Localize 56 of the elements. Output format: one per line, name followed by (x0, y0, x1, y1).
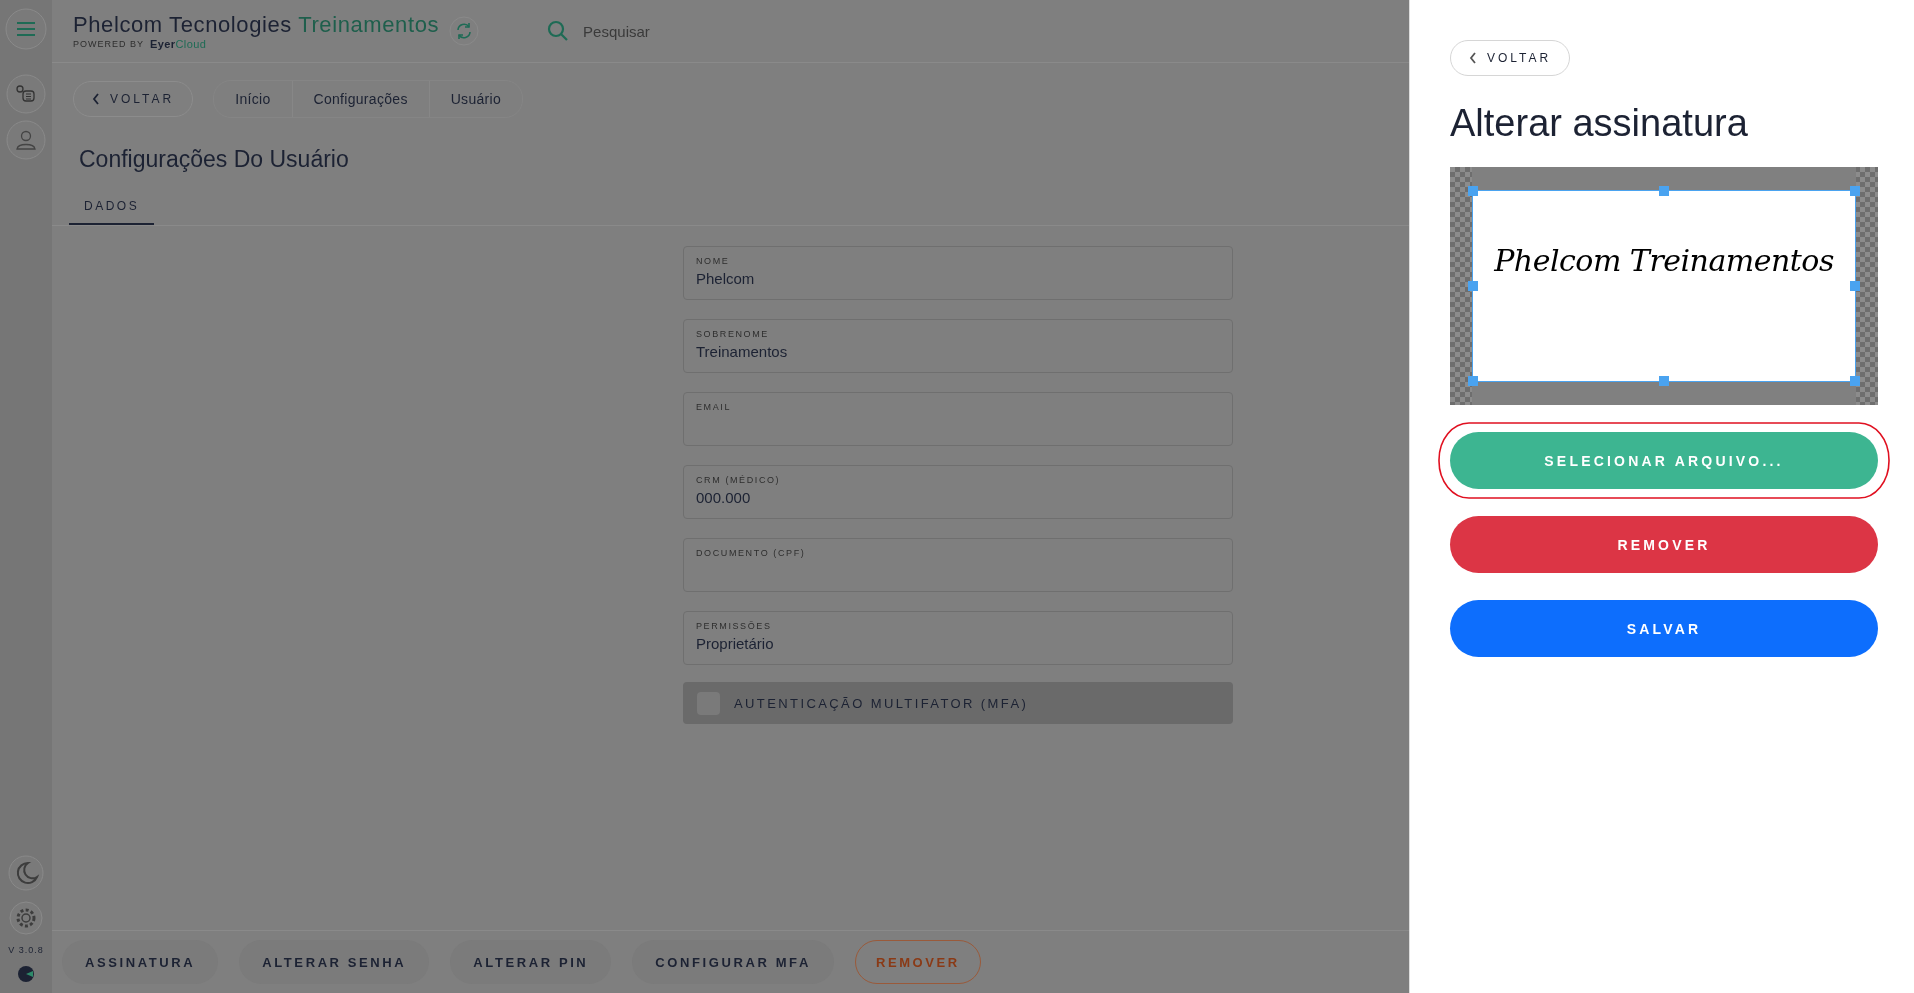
action-button[interactable]: ASSINATURA (62, 940, 219, 984)
powered-by-label: POWERED BY (73, 39, 144, 49)
chevron-left-icon (1469, 52, 1477, 64)
refresh-icon[interactable] (449, 16, 480, 46)
breadcrumb-link[interactable]: Configurações (292, 81, 430, 117)
back-button[interactable]: VOLTAR (1450, 40, 1571, 76)
action-button[interactable]: ALTERAR SENHA (239, 940, 430, 984)
action-button[interactable]: CONFIGURAR MFA (632, 940, 834, 984)
input-field[interactable]: DOCUMENTO (CPF) (683, 538, 1233, 592)
logo-icon (17, 965, 35, 983)
field-value: Phelcom (696, 270, 756, 287)
search-icon[interactable] (547, 20, 570, 42)
field-label: NOME (696, 256, 731, 266)
crop-handle[interactable] (1850, 376, 1860, 386)
input-field[interactable]: PERMISSÕES Proprietário (683, 611, 1233, 665)
user-icon[interactable] (6, 120, 46, 160)
crop-handle[interactable] (1468, 376, 1478, 386)
page-title: Configurações Do Usuário (79, 146, 350, 173)
back-button[interactable]: VOLTAR (73, 81, 194, 117)
save-button[interactable]: SALVAR (1450, 600, 1878, 657)
checkbox-label: AUTENTICAÇÃO MULTIFATOR (MFA) (734, 695, 1029, 711)
crop-handle[interactable] (1659, 376, 1669, 386)
crop-handle[interactable] (1850, 281, 1860, 291)
field-label: PERMISSÕES (696, 621, 773, 631)
crop-handle[interactable] (1659, 186, 1669, 196)
moon-icon[interactable] (8, 855, 44, 891)
action-button[interactable]: ALTERAR PIN (450, 940, 612, 984)
tab[interactable]: DADOS (69, 199, 155, 225)
brand-name: EyerCloud (150, 38, 207, 50)
field-value: 000.000 (696, 489, 752, 506)
menu-icon[interactable] (5, 8, 47, 50)
crop-handle[interactable] (1468, 281, 1478, 291)
breadcrumb-link[interactable]: Início (214, 81, 293, 117)
app-title: Phelcom Tecnologies Treinamentos (73, 12, 440, 38)
remove-button[interactable]: REMOVER (1450, 516, 1878, 573)
field-value: Proprietário (696, 635, 775, 652)
field-label: CRM (MÉDICO) (696, 475, 782, 485)
select-file-button[interactable]: SELECIONAR ARQUIVO... (1450, 432, 1878, 489)
field-label: EMAIL (696, 402, 732, 412)
field-value: Treinamentos (696, 343, 789, 360)
chevron-left-icon (92, 93, 100, 105)
list-icon[interactable] (6, 74, 46, 114)
input-field[interactable]: SOBRENOME Treinamentos (683, 319, 1233, 373)
field-label: DOCUMENTO (CPF) (696, 548, 807, 558)
input-field[interactable]: CRM (MÉDICO) 000.000 (683, 465, 1233, 519)
version-label: V 3.0.8 (8, 945, 44, 955)
settings-icon[interactable] (9, 901, 43, 935)
panel-title: Alterar assinatura (1450, 102, 1749, 145)
crop-handle[interactable] (1468, 186, 1478, 196)
signature-text: Phelcom Treinamentos (1494, 243, 1834, 278)
search-field[interactable]: Pesquisar (583, 22, 650, 40)
input-field[interactable]: EMAIL (683, 392, 1233, 446)
breadcrumb-link[interactable]: Usuário (429, 81, 523, 117)
field-label: SOBRENOME (696, 329, 770, 339)
crop-handle[interactable] (1850, 186, 1860, 196)
input-field[interactable]: NOME Phelcom (683, 246, 1233, 300)
